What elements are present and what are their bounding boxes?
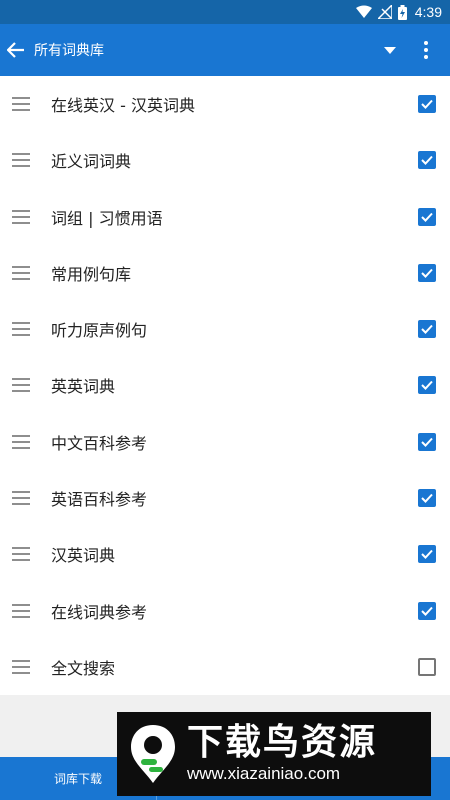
- watermark-text: 下载鸟资源 www.xiazainiao.com: [187, 723, 377, 785]
- checkbox[interactable]: [418, 376, 436, 395]
- watermark-title: 下载鸟资源: [187, 722, 378, 763]
- watermark-logo: [125, 722, 181, 786]
- check-icon: [421, 493, 433, 503]
- list-item[interactable]: 在线英汉 - 汉英词典: [0, 76, 450, 132]
- watermark: 下载鸟资源 www.xiazainiao.com: [117, 712, 431, 796]
- status-time: 4:39: [414, 4, 442, 20]
- status-bar: 4:39: [0, 0, 450, 24]
- list-item[interactable]: 英英词典: [0, 357, 450, 413]
- list-item[interactable]: 近义词词典: [0, 132, 450, 188]
- check-icon: [421, 325, 433, 335]
- drag-handle-icon[interactable]: [12, 659, 30, 674]
- list-item-label: 英英词典: [51, 377, 116, 397]
- arrow-left-icon: [7, 42, 24, 58]
- drag-handle-icon[interactable]: [12, 378, 30, 393]
- drag-handle-icon[interactable]: [12, 153, 30, 168]
- list-item-label: 汉英词典: [51, 546, 116, 566]
- check-icon: [421, 156, 433, 166]
- triangle-down-icon: [384, 46, 396, 54]
- list-item-label: 在线词典参考: [51, 602, 148, 622]
- app-bar: 所有词典库: [0, 24, 450, 76]
- check-icon: [421, 550, 433, 560]
- checkbox[interactable]: [418, 488, 436, 507]
- battery-charging-icon: [397, 4, 407, 20]
- drag-handle-icon[interactable]: [12, 265, 30, 280]
- list-item[interactable]: 常用例句库: [0, 245, 450, 301]
- drag-handle-icon[interactable]: [12, 434, 30, 449]
- dropdown-button[interactable]: [378, 24, 402, 76]
- checkbox[interactable]: [418, 320, 436, 339]
- checkbox[interactable]: [418, 95, 436, 114]
- drag-handle-icon[interactable]: [12, 209, 30, 224]
- check-icon: [421, 437, 433, 447]
- no-signal-icon: [377, 5, 392, 19]
- wifi-icon: [355, 5, 372, 19]
- page-title: 所有词典库: [34, 43, 104, 59]
- checkbox[interactable]: [418, 263, 436, 282]
- drag-handle-icon[interactable]: [12, 490, 30, 505]
- checkbox[interactable]: [418, 432, 436, 451]
- list-item-label: 近义词词典: [51, 152, 132, 172]
- check-icon: [421, 99, 433, 110]
- checkbox[interactable]: [418, 151, 436, 170]
- checkbox[interactable]: [418, 601, 436, 620]
- list-item[interactable]: 中文百科参考: [0, 414, 450, 470]
- checkbox[interactable]: [418, 657, 436, 676]
- list-item-label: 听力原声例句: [51, 321, 148, 341]
- check-icon: [421, 606, 433, 616]
- drag-handle-icon[interactable]: [12, 603, 30, 618]
- list-item-label: 在线英汉 - 汉英词典: [51, 96, 195, 116]
- drag-handle-icon[interactable]: [12, 97, 30, 112]
- list-item[interactable]: 全文搜索: [0, 639, 450, 695]
- more-options-button[interactable]: [414, 24, 438, 76]
- dictionary-list: 在线英汉 - 汉英词典 近义词词典词组 | 习惯用语 常用例句库听力原声例句 英英词典…: [0, 76, 450, 695]
- screen: 4:39 所有词典库 在线英汉 - 汉英词典 近义词词典词组 | 习惯用语 常用例句…: [0, 0, 450, 800]
- check-icon: [421, 212, 433, 222]
- list-item[interactable]: 词组 | 习惯用语: [0, 189, 450, 245]
- more-vert-icon: [424, 41, 428, 59]
- checkbox[interactable]: [418, 545, 436, 564]
- list-item[interactable]: 汉英词典: [0, 526, 450, 582]
- list-item-label: 常用例句库: [51, 264, 132, 284]
- watermark-url: www.xiazainiao.com: [187, 764, 341, 783]
- checkbox[interactable]: [418, 207, 436, 226]
- back-button[interactable]: [0, 24, 32, 76]
- drag-handle-icon[interactable]: [12, 322, 30, 337]
- list-item-label: 全文搜索: [51, 658, 116, 678]
- list-item-label: 词组 | 习惯用语: [51, 208, 163, 228]
- list-item[interactable]: 听力原声例句: [0, 301, 450, 357]
- list-item-label: 英语百科参考: [51, 489, 148, 509]
- check-icon: [421, 268, 433, 278]
- list-item-label: 中文百科参考: [51, 433, 148, 453]
- list-item[interactable]: 在线词典参考: [0, 582, 450, 638]
- drag-handle-icon[interactable]: [12, 547, 30, 562]
- list-item[interactable]: 英语百科参考: [0, 470, 450, 526]
- check-icon: [421, 381, 433, 391]
